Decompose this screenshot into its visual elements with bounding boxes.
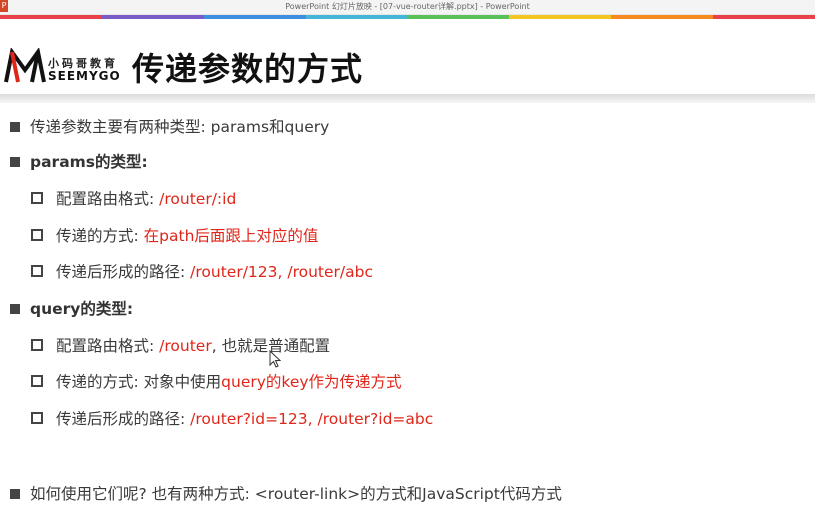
mouse-pointer-icon — [269, 350, 281, 368]
square-bullet-icon — [10, 489, 20, 499]
color-band-segment — [0, 15, 102, 19]
bullet-value: /router — [159, 337, 212, 355]
sub-bullet-item: 配置路由格式: /router, 也就是普通配置 — [31, 336, 330, 356]
bullet-label: 传递的方式: 对象中使用 — [56, 373, 222, 391]
seemygo-logo: 小码哥教育 SEEMYGO — [4, 46, 140, 86]
window-titlebar: P PowerPoint 幻灯片放映 - [07-vue-router详解.pp… — [0, 0, 815, 15]
bullet-label: 配置路由格式: — [56, 190, 160, 208]
bullet-label: 传递后形成的路径: — [56, 410, 191, 428]
square-bullet-icon — [10, 157, 20, 167]
logo-mark-icon — [4, 48, 46, 83]
color-band-segment — [509, 15, 612, 19]
bullet-value: /router?id=123, /router?id=abc — [190, 410, 434, 428]
bullet-value: 在path后面跟上对应的值 — [143, 227, 319, 245]
sub-bullet-item: 传递后形成的路径: /router/123, /router/abc — [31, 262, 373, 282]
square-bullet-icon — [10, 304, 20, 314]
hollow-square-bullet-icon — [31, 229, 43, 241]
bullet-label: 传递的方式: — [56, 227, 144, 245]
sub-bullet-item: 传递的方式: 在path后面跟上对应的值 — [31, 226, 318, 246]
logo-text-en: SEEMYGO — [48, 69, 121, 83]
sub-bullet-item: 配置路由格式: /router/:id — [31, 189, 236, 209]
bullet-heading: query的类型: — [30, 300, 134, 318]
color-band-segment — [203, 15, 306, 19]
bullet-item: query的类型: — [10, 299, 133, 319]
bullet-value: /router/123, /router/abc — [190, 263, 373, 281]
bullet-label: 配置路由格式: — [56, 337, 160, 355]
sub-bullet-item: 传递的方式: 对象中使用query的key作为传递方式 — [31, 372, 402, 392]
title-divider — [0, 94, 815, 103]
bullet-item: 传递参数主要有两种类型: params和query — [10, 117, 329, 137]
bullet-text: 如何使用它们呢? 也有两种方式: <router-link>的方式和JavaSc… — [30, 485, 562, 503]
window-title: PowerPoint 幻灯片放映 - [07-vue-router详解.pptx… — [285, 2, 530, 11]
square-bullet-icon — [10, 122, 20, 132]
color-band — [0, 15, 815, 19]
color-band-segment — [713, 15, 815, 19]
color-band-segment — [305, 15, 408, 19]
slide-title: 传递参数的方式 — [132, 50, 364, 88]
hollow-square-bullet-icon — [31, 265, 43, 277]
color-band-segment — [101, 15, 204, 19]
color-band-segment — [611, 15, 714, 19]
hollow-square-bullet-icon — [31, 412, 43, 424]
hollow-square-bullet-icon — [31, 339, 43, 351]
bullet-value: /router/:id — [159, 190, 237, 208]
bullet-item: 如何使用它们呢? 也有两种方式: <router-link>的方式和JavaSc… — [10, 484, 562, 504]
bullet-heading: params的类型: — [30, 153, 148, 171]
bullet-value: query的key作为传递方式 — [221, 373, 402, 391]
sub-bullet-item: 传递后形成的路径: /router?id=123, /router?id=abc — [31, 409, 433, 429]
bullet-item: params的类型: — [10, 152, 148, 172]
hollow-square-bullet-icon — [31, 375, 43, 387]
color-band-segment — [407, 15, 510, 19]
hollow-square-bullet-icon — [31, 192, 43, 204]
bullet-label: 传递后形成的路径: — [56, 263, 191, 281]
bullet-text: 传递参数主要有两种类型: params和query — [30, 118, 330, 136]
